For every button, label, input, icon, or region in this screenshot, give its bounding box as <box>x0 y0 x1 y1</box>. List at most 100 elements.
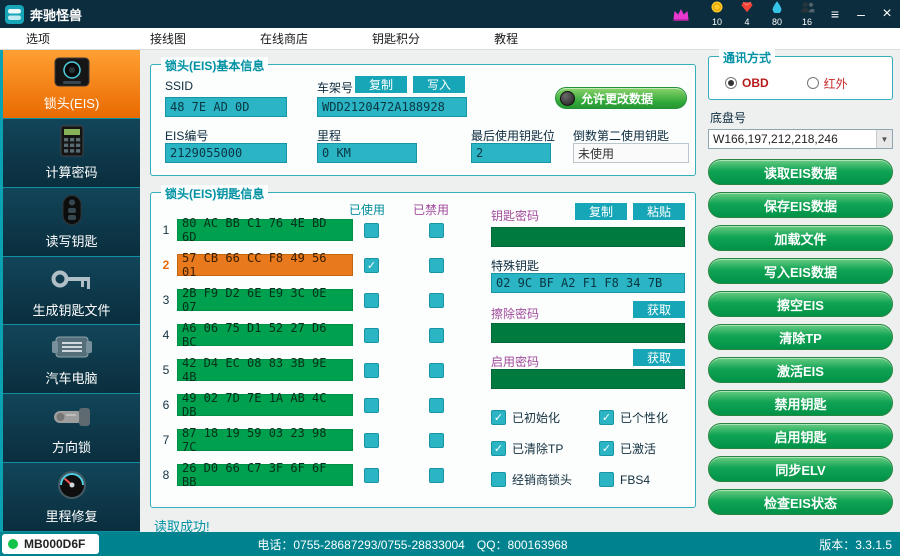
special-key-field[interactable]: 02 9C BF A2 F1 F8 34 7B <box>491 273 685 293</box>
flag-checkbox[interactable] <box>599 472 614 487</box>
minimize-button[interactable]: – <box>848 6 874 22</box>
allow-change-toggle[interactable]: 允许更改数据 <box>555 87 687 109</box>
prev-key-field[interactable]: 未使用 <box>573 143 689 163</box>
key-disabled-checkbox[interactable] <box>429 467 444 483</box>
key-disabled-checkbox[interactable] <box>429 222 444 238</box>
action-button[interactable]: 擦空EIS <box>708 291 893 317</box>
erase-password-get-button[interactable]: 获取 <box>633 301 685 318</box>
key-row: 6 49 02 7D 7E 1A AB 4C DB <box>159 391 444 419</box>
stat-item[interactable]: 10 <box>702 1 732 27</box>
sidebar-item[interactable]: 生成钥匙文件 <box>3 256 140 326</box>
stat-item[interactable]: 80 <box>762 1 792 27</box>
flag-checkbox[interactable] <box>599 441 614 456</box>
menu-item[interactable]: 在线商店 <box>254 28 314 49</box>
sidebar-item[interactable]: 里程修复 <box>3 463 140 533</box>
app-logo-icon <box>5 4 24 24</box>
key-disabled-checkbox[interactable] <box>429 397 444 413</box>
key-password-field[interactable] <box>491 227 685 247</box>
last-key-field[interactable]: 2 <box>471 143 551 163</box>
key-hex-field[interactable]: 42 D4 EC 08 83 3B 9E 4B <box>177 356 353 384</box>
key-hex-field[interactable]: 80 AC BB C1 76 4E BD 6D <box>177 216 353 244</box>
action-button[interactable]: 启用钥匙 <box>708 423 893 449</box>
key-hex-field[interactable]: 87 18 19 59 03 23 98 7C <box>177 426 353 454</box>
comm-mode-title: 通讯方式 <box>719 49 776 66</box>
key-password-copy-button[interactable]: 复制 <box>575 203 627 220</box>
sidebar-item[interactable]: 计算密码 <box>3 118 140 188</box>
key-disabled-checkbox[interactable] <box>429 362 444 378</box>
menu-item[interactable]: 选项 <box>20 28 56 49</box>
special-key-label: 特殊钥匙 <box>491 259 540 273</box>
radio-label: 红外 <box>823 76 848 91</box>
chassis-dropdown[interactable]: W166,197,212,218,246 ▼ <box>708 129 893 149</box>
sidebar-item[interactable]: 锁头(EIS) <box>3 50 140 119</box>
status-flags: 已初始化 已个性化 已清除TP <box>491 409 668 488</box>
action-button[interactable]: 同步ELV <box>708 456 893 482</box>
sidebar-item[interactable]: 读写钥匙 <box>3 187 140 257</box>
key-used-checkbox[interactable] <box>364 362 379 378</box>
action-button[interactable]: 检查EIS状态 <box>708 489 893 515</box>
sidebar-item[interactable]: 汽车电脑 <box>3 325 140 395</box>
action-button[interactable]: 激活EIS <box>708 357 893 383</box>
vin-field[interactable]: WDD2120472A188928 <box>317 97 467 117</box>
ssid-field[interactable]: 48 7E AD 0D <box>165 97 287 117</box>
action-button[interactable]: 禁用钥匙 <box>708 390 893 416</box>
key-hex-field[interactable]: 57 CB 66 CC F8 49 56 01 <box>177 251 353 279</box>
key-hex-field[interactable]: 49 02 7D 7E 1A AB 4C DB <box>177 391 353 419</box>
mileage-field[interactable]: 0 KM <box>317 143 417 163</box>
flag-checkbox[interactable] <box>491 410 506 425</box>
vin-write-button[interactable]: 写入 <box>413 76 465 93</box>
key-hex-field[interactable]: 26 D0 66 C7 3F 6F 6F BB <box>177 461 353 489</box>
drop-icon <box>771 1 783 17</box>
key-hex-field[interactable]: A6 06 75 D1 52 27 D6 BC <box>177 321 353 349</box>
key-used-checkbox[interactable] <box>364 222 379 238</box>
menu-hamburger-button[interactable]: ≡ <box>822 6 848 22</box>
key-password-paste-button[interactable]: 粘贴 <box>633 203 685 220</box>
key-used-checkbox[interactable] <box>364 397 379 413</box>
action-button[interactable]: 清除TP <box>708 324 893 350</box>
enable-password-get-button[interactable]: 获取 <box>633 349 685 366</box>
titlebar: 奔驰怪兽 10 4 80 16 ≡ – × <box>0 0 900 28</box>
crown-icon[interactable] <box>672 8 690 21</box>
sidebar-item[interactable]: 方向锁 <box>3 394 140 464</box>
right-panel: 通讯方式 OBD 红外 底盘号 W166,197,212,218,246 ▼ 读… <box>704 49 900 532</box>
key-disabled-checkbox[interactable] <box>429 292 444 308</box>
comm-mode-radio-option[interactable]: OBD <box>725 76 769 90</box>
key-disabled-checkbox[interactable] <box>429 432 444 448</box>
vin-copy-button[interactable]: 复制 <box>355 76 407 93</box>
action-button[interactable]: 保存EIS数据 <box>708 192 893 218</box>
key-used-checkbox[interactable] <box>364 327 379 343</box>
key-row-number: 7 <box>162 433 170 447</box>
key-used-checkbox[interactable] <box>364 432 379 448</box>
key-disabled-checkbox[interactable] <box>429 257 444 273</box>
radio-icon[interactable] <box>806 77 819 89</box>
flag-checkbox[interactable] <box>491 441 506 456</box>
stat-item[interactable]: 16 <box>792 1 822 27</box>
key-row-number: 6 <box>162 398 170 412</box>
key-row: 4 A6 06 75 D1 52 27 D6 BC <box>159 321 444 349</box>
radio-icon[interactable] <box>725 77 737 89</box>
menu-item[interactable]: 接线图 <box>144 28 192 49</box>
menu-item[interactable]: 钥匙积分 <box>366 28 426 49</box>
key-row-number: 4 <box>162 328 170 342</box>
flag-label: 已个性化 <box>620 411 669 425</box>
close-button[interactable]: × <box>874 5 900 23</box>
comm-mode-radio-option[interactable]: 红外 <box>806 75 848 92</box>
key-disabled-checkbox[interactable] <box>429 327 444 343</box>
action-button[interactable]: 读取EIS数据 <box>708 159 893 185</box>
enable-password-field[interactable] <box>491 369 685 389</box>
key-hex-field[interactable]: 2B F9 D2 6E E9 3C 0E 07 <box>177 286 353 314</box>
stat-item[interactable]: 4 <box>732 1 762 27</box>
flag-checkbox[interactable] <box>491 472 506 487</box>
key-used-checkbox[interactable] <box>364 292 379 308</box>
action-button[interactable]: 写入EIS数据 <box>708 258 893 284</box>
chevron-down-icon[interactable]: ▼ <box>876 130 892 148</box>
erase-password-field[interactable] <box>491 323 685 343</box>
main-panel: 锁头(EIS)基本信息 SSID 车架号 复制 写入 允许更改数据 48 7E … <box>140 50 704 534</box>
menu-item[interactable]: 教程 <box>488 28 524 49</box>
key-used-checkbox[interactable] <box>364 257 379 273</box>
action-button[interactable]: 加载文件 <box>708 225 893 251</box>
flag-checkbox[interactable] <box>599 410 614 425</box>
key-used-checkbox[interactable] <box>364 467 379 483</box>
eis-number-field[interactable]: 2129055000 <box>165 143 287 163</box>
key-password-label: 钥匙密码 <box>491 209 540 223</box>
